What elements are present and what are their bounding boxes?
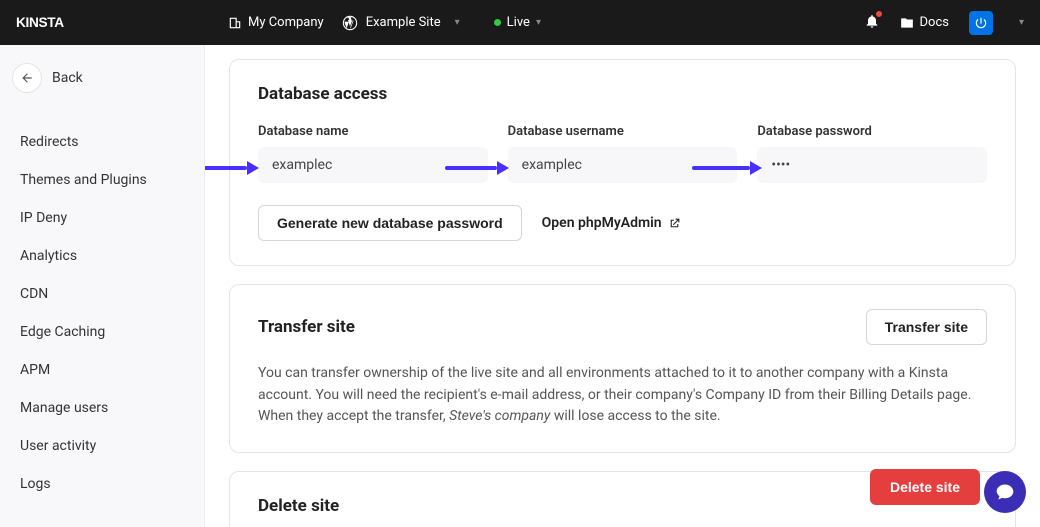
transfer-description: You can transfer ownership of the live s… <box>258 363 987 428</box>
site-selector[interactable]: Example Site ▾ <box>342 15 460 31</box>
notification-badge <box>876 11 882 17</box>
database-access-card: Database access Database name examplec D… <box>229 59 1016 266</box>
delete-site-button[interactable]: Delete site <box>870 469 980 505</box>
transfer-site-card: Transfer site Transfer site You can tran… <box>229 284 1016 453</box>
sidebar-item-logs[interactable]: Logs <box>12 465 192 503</box>
status-dot <box>494 19 501 26</box>
chevron-down-icon[interactable]: ▾ <box>536 17 541 28</box>
sidebar-item-analytics[interactable]: Analytics <box>12 237 192 275</box>
company-selector[interactable]: My Company <box>228 15 324 30</box>
notifications-button[interactable] <box>864 13 880 33</box>
back-label: Back <box>52 70 83 86</box>
sidebar-item-edge-caching[interactable]: Edge Caching <box>12 313 192 351</box>
sidebar-item-themes-plugins[interactable]: Themes and Plugins <box>12 161 192 199</box>
open-phpmyadmin-link[interactable]: Open phpMyAdmin <box>542 215 681 231</box>
db-name-label: Database name <box>258 124 488 139</box>
card-title: Database access <box>258 84 987 104</box>
card-title: Transfer site <box>258 317 355 337</box>
annotation-arrow <box>205 163 259 173</box>
sidebar-item-apm[interactable]: APM <box>12 351 192 389</box>
generate-password-button[interactable]: Generate new database password <box>258 205 522 241</box>
company-name: My Company <box>248 15 324 30</box>
chevron-down-icon: ▾ <box>455 17 460 28</box>
power-icon <box>974 16 988 30</box>
external-link-icon <box>668 217 681 230</box>
topbar: KINSTA My Company Example Site ▾ Live ▾ … <box>0 0 1040 45</box>
site-name: Example Site <box>366 15 441 30</box>
annotation-arrow <box>692 163 762 173</box>
chevron-down-icon[interactable]: ▾ <box>1019 17 1024 28</box>
content: Database access Database name examplec D… <box>205 45 1040 527</box>
sidebar-item-cdn[interactable]: CDN <box>12 275 192 313</box>
transfer-site-button[interactable]: Transfer site <box>866 309 987 345</box>
sidebar-item-ip-deny[interactable]: IP Deny <box>12 199 192 237</box>
sidebar-item-redirects[interactable]: Redirects <box>12 123 192 161</box>
building-icon <box>228 16 242 30</box>
sidebar-item-user-activity[interactable]: User activity <box>12 427 192 465</box>
db-user-label: Database username <box>508 124 738 139</box>
db-pass-value[interactable]: •••• <box>757 147 987 183</box>
chat-widget[interactable] <box>984 471 1026 513</box>
env-label: Live <box>507 15 530 30</box>
annotation-arrow <box>445 163 509 173</box>
back-button[interactable] <box>12 63 42 93</box>
chat-icon <box>995 482 1015 502</box>
kinsta-logo[interactable]: KINSTA <box>16 14 98 32</box>
sidebar-item-manage-users[interactable]: Manage users <box>12 389 192 427</box>
folder-icon <box>900 16 914 30</box>
arrow-left-icon <box>20 71 34 85</box>
sidebar: Back Redirects Themes and Plugins IP Den… <box>0 45 205 527</box>
avatar[interactable] <box>969 11 993 35</box>
svg-text:KINSTA: KINSTA <box>16 15 64 30</box>
wordpress-icon <box>342 15 358 31</box>
db-pass-label: Database password <box>757 124 987 139</box>
docs-link[interactable]: Docs <box>900 15 949 30</box>
